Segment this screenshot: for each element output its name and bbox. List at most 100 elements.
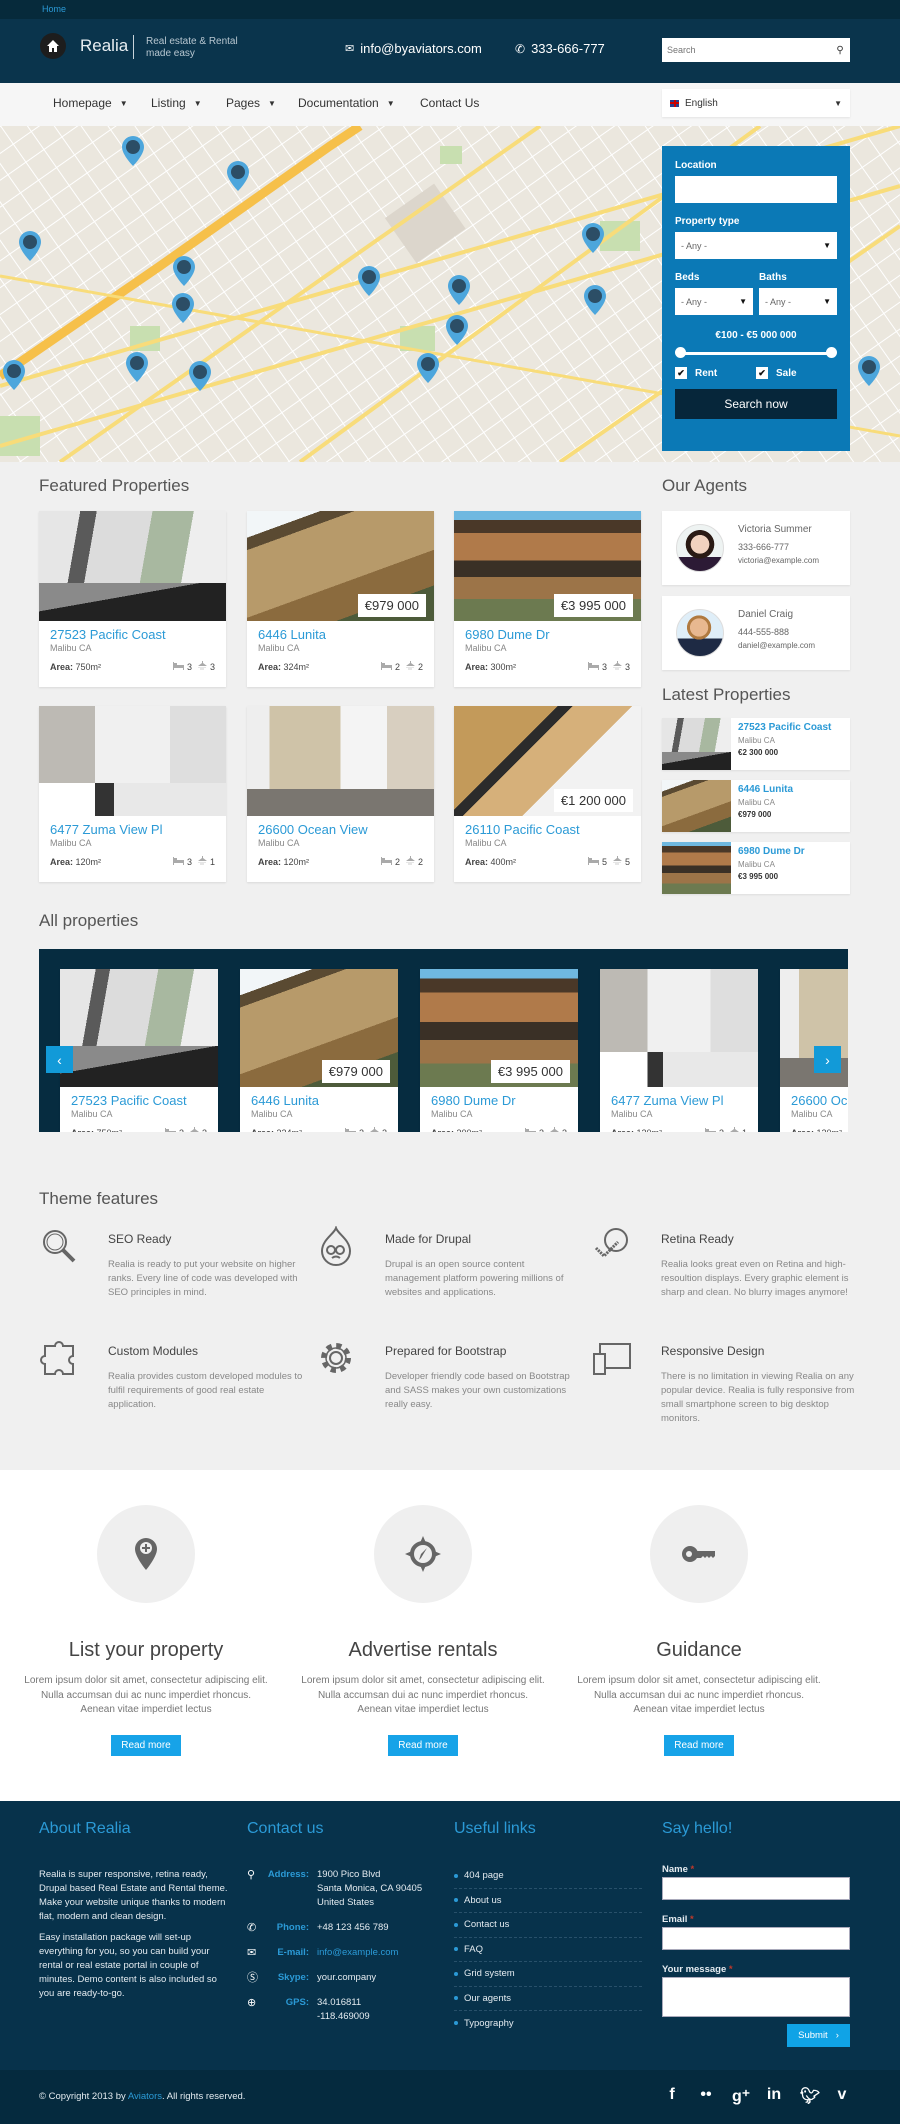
email-link[interactable]: info@example.com [317,1946,398,1960]
linkedin-icon[interactable]: in [766,2086,782,2106]
logo-house-icon[interactable] [40,33,66,59]
map-marker-icon[interactable] [445,314,469,346]
map-marker-icon[interactable] [18,230,42,262]
price-range-slider[interactable] [675,347,837,359]
breadcrumb-home[interactable]: Home [42,4,66,14]
agent-name[interactable]: Victoria Summer [738,524,819,535]
latest-property-image[interactable] [662,842,731,894]
property-map[interactable]: Location Property type - Any - ▼ Beds - A… [0,126,900,462]
property-image[interactable]: €1 200 000 [454,706,641,816]
nav-listing[interactable]: Listing ▼ [151,96,202,110]
property-title-link[interactable]: 26110 Pacific Coast [465,822,630,837]
agent-email[interactable]: daniel@example.com [738,641,815,650]
map-marker-icon[interactable] [188,360,212,392]
latest-property-image[interactable] [662,718,731,770]
property-image[interactable]: €3 995 000 [454,511,641,621]
flickr-icon[interactable]: •• [698,2086,714,2106]
language-select[interactable]: English ▼ [662,89,850,117]
slider-max-handle[interactable] [826,347,837,358]
map-marker-icon[interactable] [171,292,195,324]
property-title-link[interactable]: 27523 Pacific Coast [50,627,215,642]
agent-avatar[interactable] [676,524,724,572]
map-marker-icon[interactable] [857,355,881,387]
map-marker-icon[interactable] [416,352,440,384]
location-input[interactable] [675,176,837,203]
twitter-icon[interactable]: 🐦︎ [800,2086,820,2106]
latest-property-item[interactable]: 6980 Dume Dr Malibu CA €3 995 000 [662,842,850,894]
facebook-icon[interactable]: f [664,2086,680,2106]
message-textarea[interactable] [662,1977,850,2017]
read-more-button[interactable]: Read more [111,1734,181,1756]
map-marker-icon[interactable] [357,265,381,297]
property-title-link[interactable]: 6446 Lunita [251,1093,387,1108]
property-image[interactable]: €889 000 [600,969,758,1087]
property-card[interactable]: €2 300 000 27523 Pacific Coast Malibu CA Ar… [39,511,226,687]
read-more-button[interactable]: Read more [388,1734,458,1756]
latest-property-title[interactable]: 6980 Dume Dr [738,846,805,857]
name-input[interactable] [662,1877,850,1900]
footer-link[interactable]: FAQ [454,1938,642,1962]
sale-checkbox[interactable]: ✔ Sale [756,367,837,379]
map-marker-icon[interactable] [581,222,605,254]
carousel-property-card[interactable]: €889 000 6477 Zuma View PlMalibu CA Area: … [600,969,758,1132]
property-title-link[interactable]: 6477 Zuma View Pl [611,1093,747,1108]
carousel-property-card[interactable]: €979 000 6446 LunitaMalibu CA Area: 324m² 2… [240,969,398,1132]
google-plus-icon[interactable]: g⁺ [732,2086,750,2106]
nav-pages[interactable]: Pages ▼ [226,96,276,110]
read-more-button[interactable]: Read more [664,1734,734,1756]
property-title-link[interactable]: 27523 Pacific Coast [71,1093,207,1108]
property-image[interactable]: €895 000 [247,706,434,816]
map-marker-icon[interactable] [2,359,26,391]
latest-property-item[interactable]: 27523 Pacific Coast Malibu CA €2 300 000 [662,718,850,770]
property-title-link[interactable]: 26600 Ocean View [791,1093,848,1108]
agent-avatar[interactable] [676,609,724,657]
footer-link[interactable]: 404 page [454,1864,642,1889]
map-marker-icon[interactable] [226,160,250,192]
latest-property-title[interactable]: 6446 Lunita [738,784,793,795]
aviators-link[interactable]: Aviators [128,2091,162,2102]
search-now-button[interactable]: Search now [675,389,837,419]
map-marker-icon[interactable] [447,274,471,306]
property-image[interactable]: €979 000 [240,969,398,1087]
property-image[interactable]: €889 000 [39,706,226,816]
property-card[interactable]: €979 000 6446 Lunita Malibu CA Area: 324m² 2… [247,511,434,687]
latest-property-item[interactable]: 6446 Lunita Malibu CA €979 000 [662,780,850,832]
submit-button[interactable]: Submit › [787,2024,850,2047]
search-input[interactable] [662,39,830,61]
chevron-right-icon[interactable]: › [814,1046,841,1073]
nav-contact-us[interactable]: Contact Us [420,96,479,110]
map-marker-icon[interactable] [583,284,607,316]
property-image[interactable]: €979 000 [247,511,434,621]
property-type-select[interactable]: - Any - ▼ [675,232,837,259]
property-image[interactable]: €2 300 000 [39,511,226,621]
baths-select[interactable]: - Any - ▼ [759,288,837,315]
property-title-link[interactable]: 6980 Dume Dr [431,1093,567,1108]
property-title-link[interactable]: 6477 Zuma View Pl [50,822,215,837]
property-card[interactable]: €3 995 000 6980 Dume Dr Malibu CA Area: 300… [454,511,641,687]
property-title-link[interactable]: 26600 Ocean View [258,822,423,837]
vimeo-icon[interactable]: v [834,2086,850,2106]
property-title-link[interactable]: 6980 Dume Dr [465,627,630,642]
latest-property-title[interactable]: 27523 Pacific Coast [738,722,831,733]
latest-property-image[interactable] [662,780,731,832]
map-marker-icon[interactable] [172,255,196,287]
property-image[interactable]: €2 300 000 [60,969,218,1087]
nav-documentation[interactable]: Documentation ▼ [298,96,395,110]
footer-link[interactable]: Grid system [454,1962,642,1987]
property-title-link[interactable]: 6446 Lunita [258,627,423,642]
carousel-property-card[interactable]: €2 300 000 27523 Pacific CoastMalibu CA Ar… [60,969,218,1132]
property-card[interactable]: €889 000 6477 Zuma View Pl Malibu CA Area: … [39,706,226,882]
search-icon[interactable]: ⚲ [830,45,850,56]
footer-link[interactable]: Our agents [454,1987,642,2011]
property-card[interactable]: €1 200 000 26110 Pacific Coast Malibu CA Ar… [454,706,641,882]
email-input[interactable] [662,1927,850,1950]
agent-card[interactable]: Daniel Craig 444-555-888 daniel@example.co… [662,596,850,670]
property-image[interactable]: €3 995 000 [420,969,578,1087]
rent-checkbox[interactable]: ✔ Rent [675,367,756,379]
property-card[interactable]: €895 000 26600 Ocean View Malibu CA Area: 1… [247,706,434,882]
slider-min-handle[interactable] [675,347,686,358]
chevron-left-icon[interactable]: ‹ [46,1046,73,1073]
carousel-property-card[interactable]: €3 995 000 6980 Dume DrMalibu CA Area: 300… [420,969,578,1132]
nav-homepage[interactable]: Homepage ▼ [53,96,128,110]
beds-select[interactable]: - Any - ▼ [675,288,753,315]
